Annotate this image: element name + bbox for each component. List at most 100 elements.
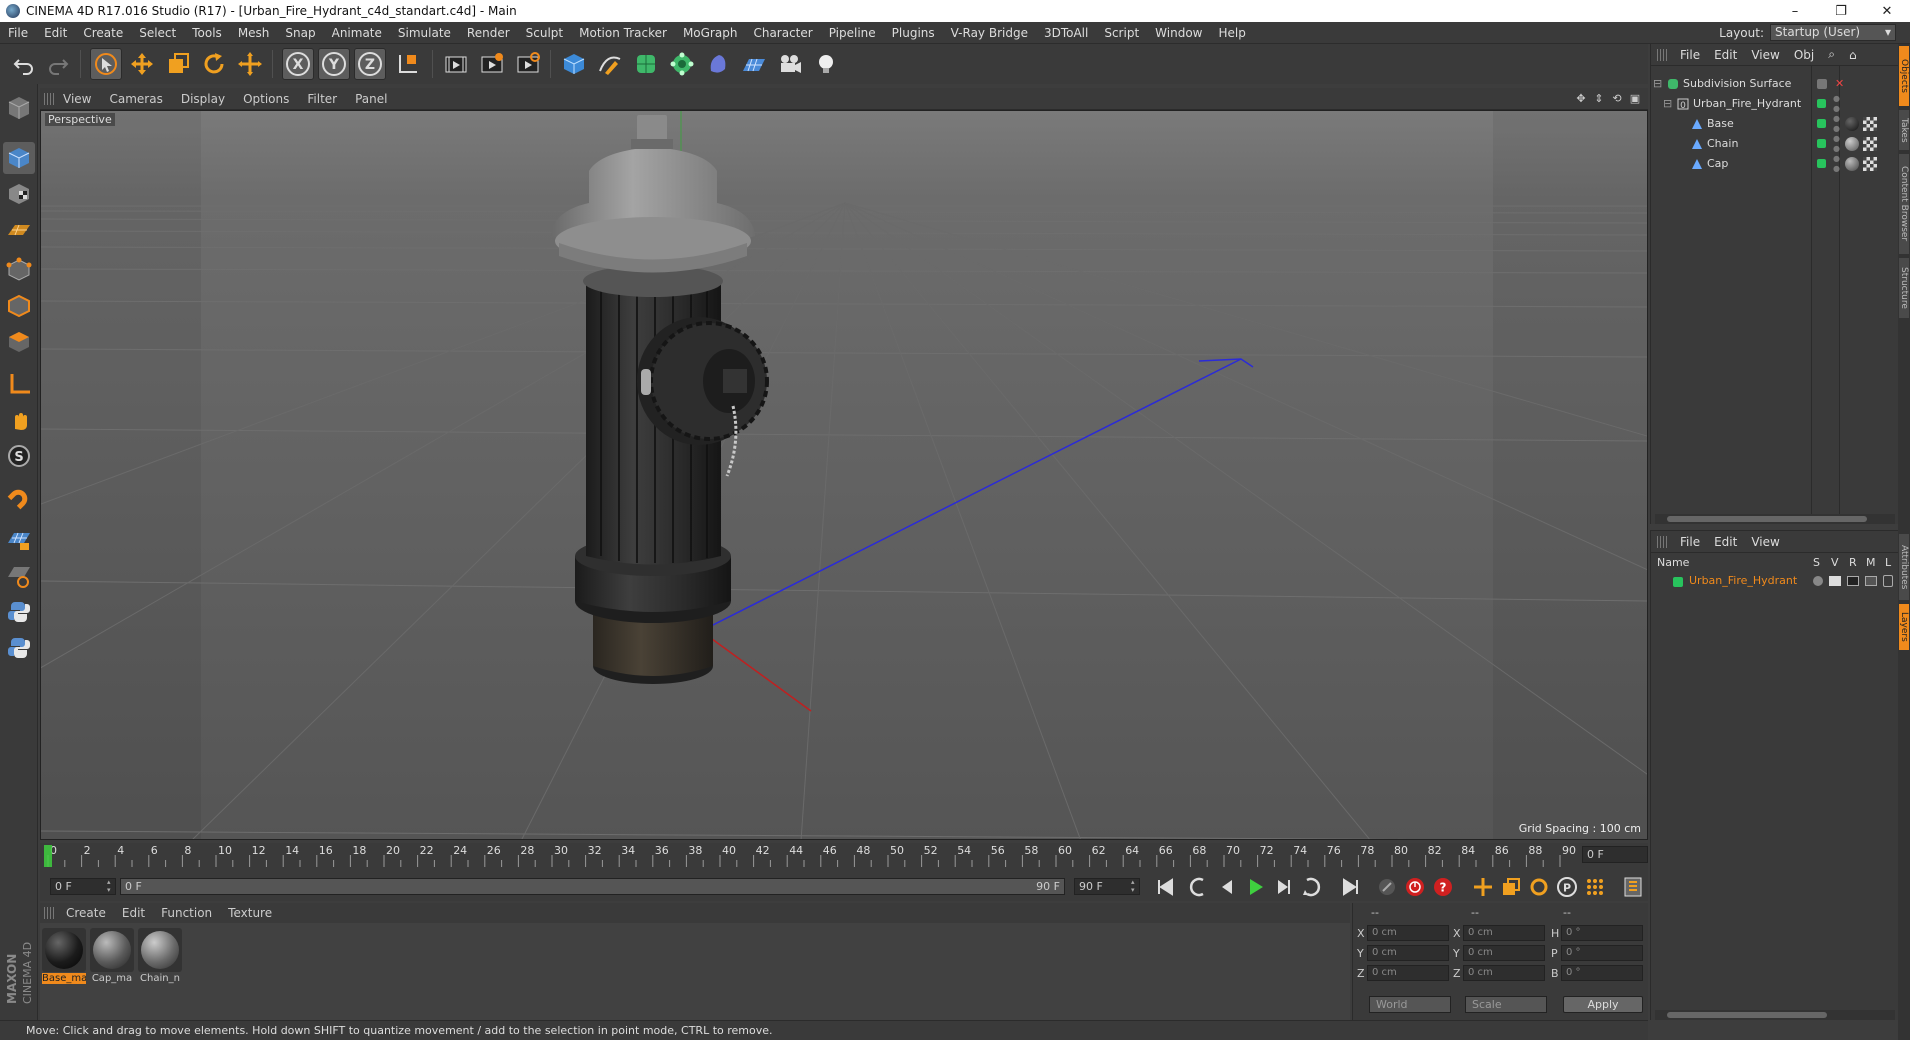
material-menu-function[interactable]: Function	[153, 906, 220, 920]
size-mode-dropdown[interactable]: Scale	[1465, 996, 1547, 1013]
enable-toggle-icon[interactable]: ✕	[1835, 74, 1844, 94]
timeline-ruler[interactable]: 0 2 4 6 8 10 12 14 16 18 20 22 24 26 28 30 32 34 36 38 40 42 4…	[40, 843, 1648, 869]
playhead-marker[interactable]	[44, 845, 52, 867]
key-pla-icon[interactable]	[1582, 874, 1608, 900]
texture-tag[interactable]	[1863, 137, 1877, 151]
viewport-camera-label[interactable]: Perspective	[45, 113, 115, 126]
layer-color-tag[interactable]	[1817, 159, 1826, 168]
prev-frame-icon[interactable]	[1214, 874, 1240, 900]
render-view-icon[interactable]	[440, 48, 472, 80]
key-param-icon[interactable]: P	[1554, 874, 1580, 900]
material-tag[interactable]	[1845, 157, 1859, 171]
dolly-icon[interactable]: ⇕	[1592, 91, 1606, 105]
position-x-field[interactable]: 0 cm	[1367, 925, 1449, 941]
tab-layers[interactable]: Layers	[1899, 604, 1909, 650]
material-menu-create[interactable]: Create	[58, 906, 114, 920]
menu-edit[interactable]: Edit	[36, 26, 75, 40]
make-editable-icon[interactable]	[3, 92, 35, 124]
end-frame-field[interactable]: 90 F	[1074, 878, 1140, 895]
object-menu-objects[interactable]: Obj	[1787, 48, 1821, 62]
autokey-icon[interactable]: ?	[1430, 874, 1456, 900]
menu-file[interactable]: File	[0, 26, 36, 40]
column-view[interactable]: V	[1831, 556, 1839, 569]
python-icon-2[interactable]	[3, 632, 35, 664]
close-button[interactable]: ✕	[1864, 0, 1910, 22]
menu-help[interactable]: Help	[1210, 26, 1253, 40]
menu-render[interactable]: Render	[459, 26, 518, 40]
rotation-b-field[interactable]: 0 °	[1561, 965, 1643, 981]
goto-end-icon[interactable]	[1338, 874, 1364, 900]
prev-key-icon[interactable]	[1186, 874, 1212, 900]
perspective-viewport[interactable]: Perspective Grid Spacing : 100 cm	[40, 110, 1648, 840]
column-render[interactable]: R	[1849, 556, 1857, 569]
menu-window[interactable]: Window	[1147, 26, 1210, 40]
cube-icon[interactable]	[558, 48, 590, 80]
render-toggle-icon[interactable]	[1847, 576, 1859, 586]
restore-button[interactable]: ❐	[1818, 0, 1864, 22]
horizontal-scrollbar[interactable]	[1655, 1010, 1895, 1020]
deformer-icon[interactable]	[702, 48, 734, 80]
lock-workplane-icon[interactable]	[3, 524, 35, 556]
preview-range-slider[interactable]: 0 F 90 F	[120, 878, 1065, 895]
tree-row[interactable]: ⊟ 0 Urban_Fire_Hydrant ● ●	[1651, 94, 1899, 114]
tree-row[interactable]: Chain ● ●	[1651, 134, 1899, 154]
tweak-icon[interactable]	[3, 404, 35, 436]
material-swatch[interactable]: Cap_ma	[90, 928, 134, 986]
coordinate-system-icon[interactable]	[392, 48, 424, 80]
layer-row[interactable]: Urban_Fire_Hydrant	[1651, 573, 1899, 591]
viewport-menu-panel[interactable]: Panel	[346, 92, 396, 106]
key-position-icon[interactable]	[1470, 874, 1496, 900]
material-menu-texture[interactable]: Texture	[220, 906, 280, 920]
layer-color-tag[interactable]	[1817, 119, 1826, 128]
layer-color-tag[interactable]	[1817, 99, 1826, 108]
key-rotation-icon[interactable]	[1526, 874, 1552, 900]
viewport-menu-filter[interactable]: Filter	[298, 92, 346, 106]
snap-icon[interactable]	[3, 482, 35, 514]
rotation-h-field[interactable]: 0 °	[1561, 925, 1643, 941]
tree-row[interactable]: Cap ● ●	[1651, 154, 1899, 174]
texture-tag[interactable]	[1863, 157, 1877, 171]
render-picture-viewer-icon[interactable]	[476, 48, 508, 80]
edges-mode-icon[interactable]	[3, 290, 35, 322]
camera-icon[interactable]	[774, 48, 806, 80]
object-menu-view[interactable]: View	[1744, 48, 1786, 62]
column-name[interactable]: Name	[1657, 556, 1689, 569]
tree-row[interactable]: Base ● ●	[1651, 114, 1899, 134]
layer-color-swatch[interactable]	[1673, 577, 1683, 587]
rotate-icon[interactable]	[198, 48, 230, 80]
orbit-icon[interactable]: ⟲	[1610, 91, 1624, 105]
panel-grip[interactable]	[1657, 535, 1667, 548]
menu-create[interactable]: Create	[75, 26, 131, 40]
y-axis-icon[interactable]: Y	[318, 48, 350, 80]
size-x-field[interactable]: 0 cm	[1463, 925, 1545, 941]
view-toggle-icon[interactable]	[1829, 576, 1841, 586]
polygons-mode-icon[interactable]	[3, 326, 35, 358]
goto-start-icon[interactable]	[1152, 874, 1178, 900]
panel-grip[interactable]	[1657, 48, 1667, 61]
menu-motion-tracker[interactable]: Motion Tracker	[571, 26, 675, 40]
material-swatch[interactable]: Chain_n	[138, 928, 182, 986]
maximize-view-icon[interactable]: ▣	[1628, 91, 1642, 105]
texture-tag[interactable]	[1863, 117, 1877, 131]
horizontal-scrollbar[interactable]	[1655, 514, 1895, 524]
loop-icon[interactable]	[1374, 874, 1400, 900]
viewport-menu-options[interactable]: Options	[234, 92, 298, 106]
layout-select[interactable]: Startup (User)	[1770, 24, 1896, 41]
pan-icon[interactable]: ✥	[1574, 91, 1588, 105]
solo-icon[interactable]: S	[3, 440, 35, 472]
move-icon[interactable]	[126, 48, 158, 80]
manager-toggle-icon[interactable]	[1865, 576, 1877, 586]
menu-vray-bridge[interactable]: V-Ray Bridge	[943, 26, 1036, 40]
points-mode-icon[interactable]	[3, 254, 35, 286]
menu-snap[interactable]: Snap	[277, 26, 323, 40]
menu-simulate[interactable]: Simulate	[390, 26, 459, 40]
menu-character[interactable]: Character	[745, 26, 820, 40]
next-key-icon[interactable]	[1298, 874, 1324, 900]
column-solo[interactable]: S	[1813, 556, 1820, 569]
edit-render-settings-icon[interactable]	[512, 48, 544, 80]
record-icon[interactable]	[1402, 874, 1428, 900]
object-menu-edit[interactable]: Edit	[1707, 48, 1744, 62]
object-menu-file[interactable]: File	[1673, 48, 1707, 62]
panel-grip[interactable]	[44, 907, 54, 919]
menu-pipeline[interactable]: Pipeline	[821, 26, 884, 40]
